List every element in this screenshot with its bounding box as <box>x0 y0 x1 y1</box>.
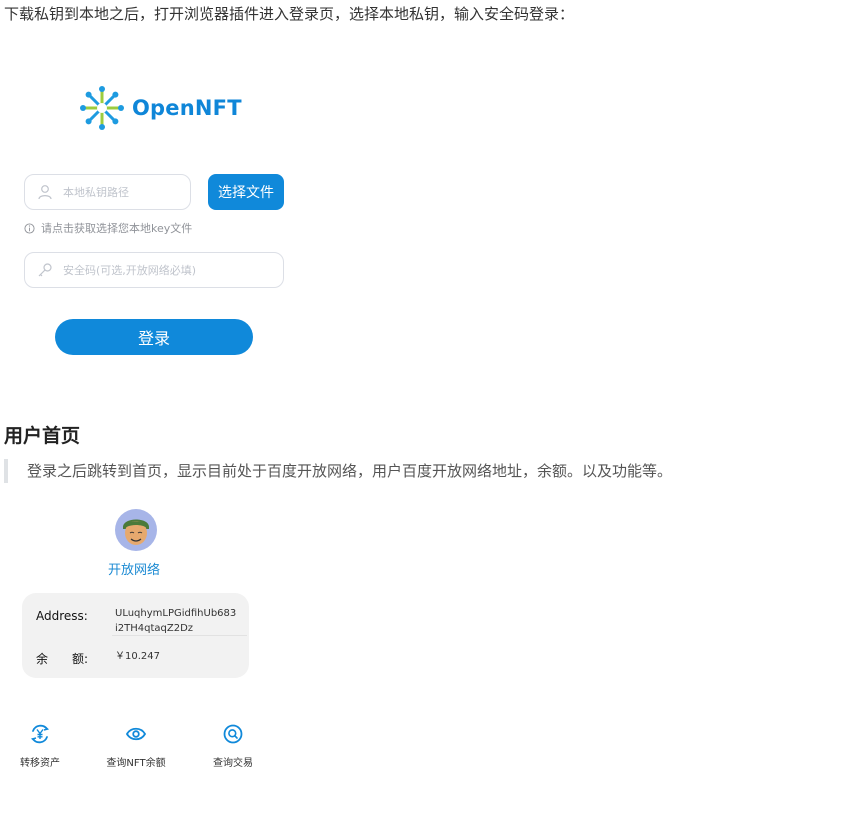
section-title: 用户首页 <box>4 425 81 447</box>
query-transaction-label: 查询交易 <box>213 758 253 769</box>
account-info-card: Address: ULuqhymLPGidfihUb683 i2TH4qtaqZ… <box>22 593 249 678</box>
intro-text: 下载私钥到本地之后，打开浏览器插件进入登录页，选择本地私钥，输入安全码登录： <box>4 5 575 23</box>
divider <box>112 635 247 636</box>
eye-icon <box>125 727 147 741</box>
avatar[interactable] <box>115 509 157 551</box>
login-button[interactable]: 登录 <box>55 319 253 355</box>
user-icon <box>38 185 52 200</box>
network-name[interactable]: 开放网络 <box>108 559 160 578</box>
section-quote: 登录之后跳转到首页，显示目前处于百度开放网络，用户百度开放网络地址，余额。以及功… <box>4 459 672 483</box>
opennft-logo-icon <box>80 86 124 130</box>
yen-transfer-icon <box>30 724 50 744</box>
opennft-logo: OpenNFT <box>80 86 242 130</box>
key-file-hint: 请点击获取选择您本地key文件 <box>24 220 192 236</box>
logo-text: OpenNFT <box>132 96 242 120</box>
key-icon <box>38 263 52 277</box>
key-path-placeholder: 本地私钥路径 <box>63 186 129 199</box>
security-code-placeholder: 安全码(可选,开放网络必填) <box>63 264 197 277</box>
balance-label: 余 额: <box>36 652 89 666</box>
info-icon <box>24 222 35 234</box>
key-file-hint-text: 请点击获取选择您本地key文件 <box>41 222 193 235</box>
security-code-input[interactable]: 安全码(可选,开放网络必填) <box>24 252 284 288</box>
transfer-asset-button[interactable]: 转移资产 <box>16 723 64 769</box>
balance-value: ￥10.247 <box>115 651 160 662</box>
address-label: Address: <box>36 609 88 623</box>
transfer-asset-label: 转移资产 <box>20 758 60 769</box>
address-value-line2: i2TH4qtaqZ2Dz <box>115 623 194 634</box>
address-value[interactable]: ULuqhymLPGidfihUb683 i2TH4qtaqZ2Dz <box>115 606 236 636</box>
search-circle-icon <box>223 724 243 744</box>
query-nft-balance-button[interactable]: 查询NFT余额 <box>102 723 170 769</box>
key-path-input[interactable]: 本地私钥路径 <box>24 174 191 210</box>
address-value-line1: ULuqhymLPGidfihUb683 <box>115 608 237 619</box>
query-nft-balance-label: 查询NFT余额 <box>106 758 166 769</box>
query-transaction-button[interactable]: 查询交易 <box>208 723 258 769</box>
choose-file-button[interactable]: 选择文件 <box>208 174 284 210</box>
